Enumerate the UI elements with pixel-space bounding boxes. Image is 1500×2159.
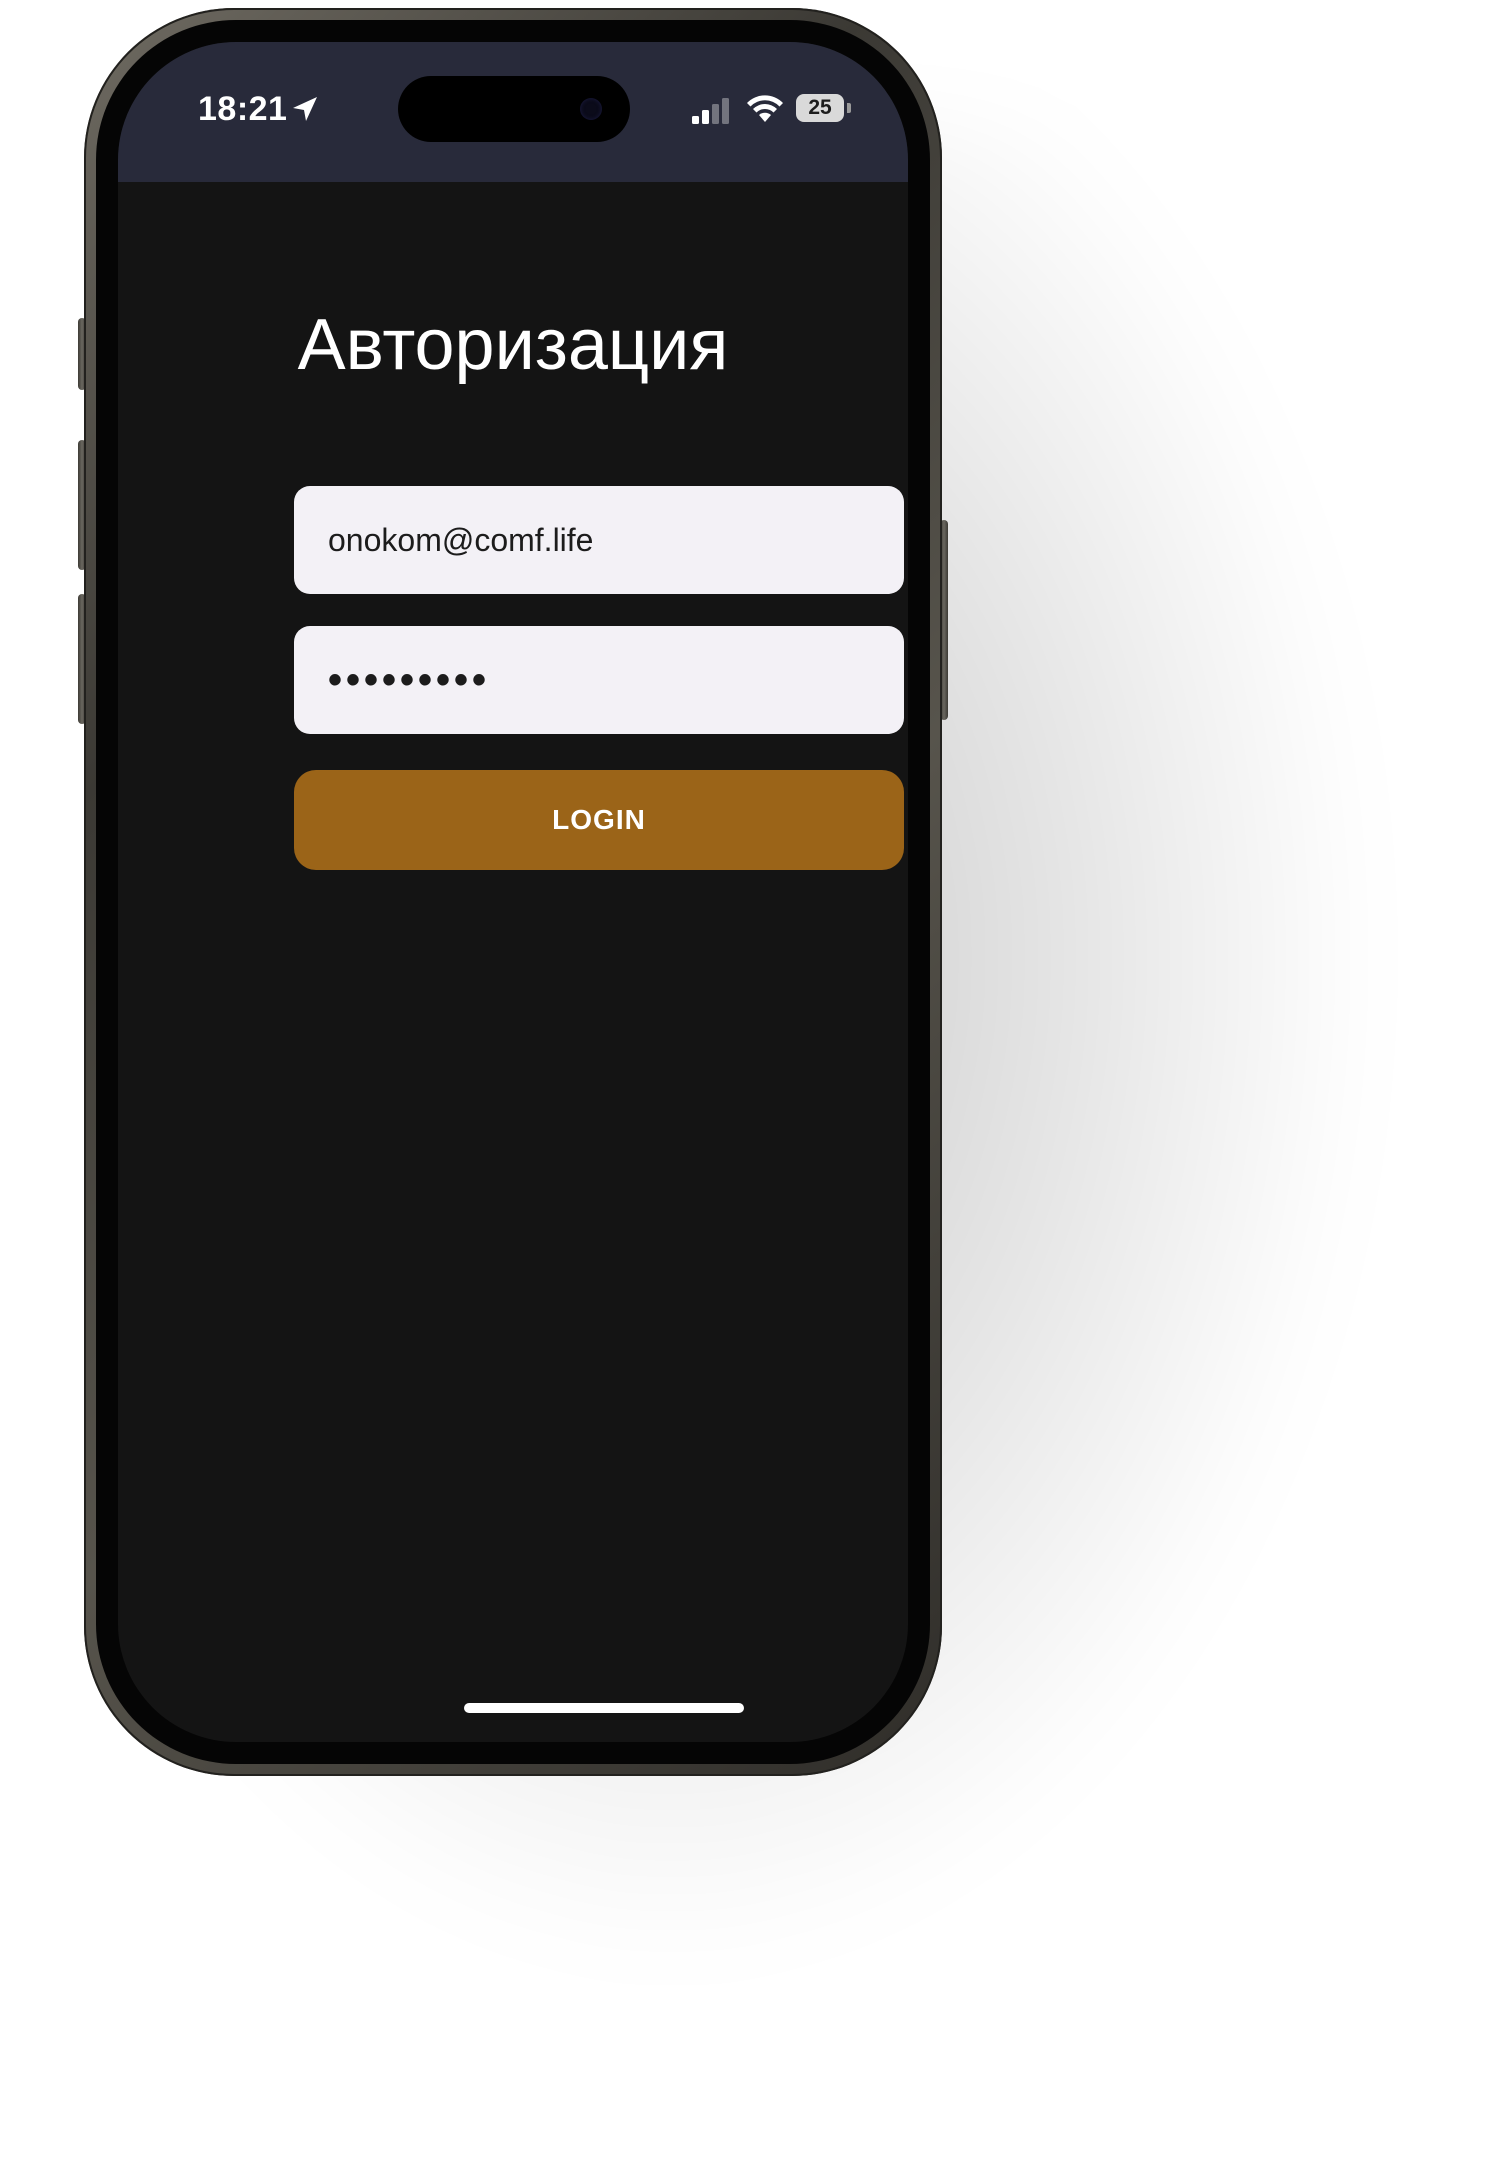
- phone-bezel: 18:21 25 Авторизация onokom@comf.life ••…: [96, 20, 930, 1764]
- front-camera-icon: [580, 98, 602, 120]
- battery-tip: [847, 103, 851, 113]
- battery-level: 25: [796, 94, 844, 122]
- login-button-label: LOGIN: [552, 804, 646, 835]
- device-mockup: 18:21 25 Авторизация onokom@comf.life ••…: [0, 0, 1500, 2159]
- dynamic-island: [398, 76, 630, 142]
- email-value: onokom@comf.life: [328, 521, 594, 558]
- status-time: 18:21: [198, 90, 288, 128]
- home-indicator[interactable]: [464, 1703, 744, 1713]
- battery-icon: 25: [796, 94, 852, 122]
- password-field[interactable]: •••••••••: [294, 626, 904, 734]
- password-value: •••••••••: [328, 657, 491, 702]
- location-arrow-icon: [293, 97, 317, 121]
- page-title: Авторизация: [297, 305, 729, 385]
- status-bar: 18:21 25: [118, 42, 908, 182]
- cellular-signal-icon: [692, 98, 729, 124]
- phone-frame: 18:21 25 Авторизация onokom@comf.life ••…: [84, 8, 942, 1776]
- email-field[interactable]: onokom@comf.life: [294, 486, 904, 594]
- phone-screen: 18:21 25 Авторизация onokom@comf.life ••…: [118, 42, 908, 1742]
- wifi-icon: [747, 95, 783, 122]
- login-button[interactable]: LOGIN: [294, 770, 904, 870]
